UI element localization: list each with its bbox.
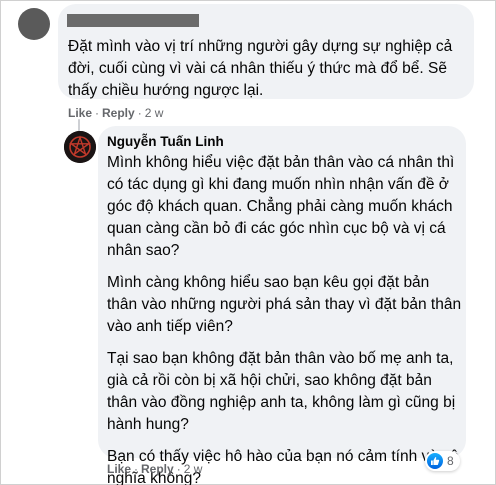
separator: ·: [134, 462, 139, 476]
reaction-count: 8: [447, 454, 454, 468]
comment-actions: Like · Reply · 2 w: [68, 106, 163, 120]
avatar[interactable]: [64, 131, 96, 163]
reply-button[interactable]: Reply: [141, 462, 174, 476]
separator: ·: [95, 106, 100, 120]
separator: ·: [176, 462, 181, 476]
reaction-summary[interactable]: 8: [425, 451, 460, 471]
comment-thread: Đặt mình vào vị trí những người gây dựng…: [0, 0, 496, 485]
like-reaction-icon: [427, 453, 443, 469]
like-button[interactable]: Like: [107, 462, 131, 476]
reply-actions: Like · Reply · 2 w: [107, 462, 202, 476]
redacted-author-name: [67, 14, 199, 27]
comment-bubble: Đặt mình vào vị trí những người gây dựng…: [58, 4, 474, 99]
reply-paragraph: Tại sao bạn không đặt bản thân vào bố mẹ…: [107, 350, 456, 433]
timestamp[interactable]: 2 w: [145, 106, 164, 120]
avatar[interactable]: [18, 8, 50, 40]
separator: ·: [137, 106, 142, 120]
author-name[interactable]: Nguyễn Tuấn Linh: [107, 134, 224, 149]
reply-button[interactable]: Reply: [102, 106, 135, 120]
like-button[interactable]: Like: [68, 106, 92, 120]
reply-bubble: Nguyễn Tuấn Linh Mình không hiểu việc đặ…: [98, 126, 466, 485]
reply-text: Mình không hiểu việc đặt bản thân vào cá…: [107, 152, 463, 485]
reply-paragraph: Mình càng không hiểu sao bạn kêu gọi đặt…: [107, 274, 462, 335]
pentagram-avatar-icon: [64, 131, 96, 163]
timestamp[interactable]: 2 w: [184, 462, 203, 476]
reply-paragraph: Mình không hiểu việc đặt bản thân vào cá…: [107, 154, 455, 259]
comment-text: Đặt mình vào vị trí những người gây dựng…: [68, 38, 453, 99]
